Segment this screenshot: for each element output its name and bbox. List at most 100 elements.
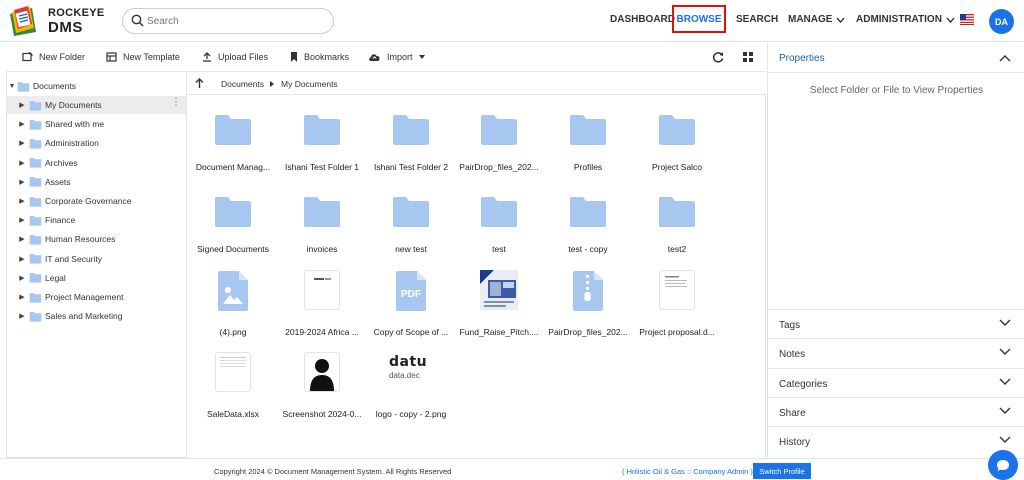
file-tile[interactable]: Fund_Raise_Pitch....	[455, 265, 543, 345]
file-tile[interactable]: PairDrop_files_202...	[544, 265, 632, 345]
file-tile[interactable]: datu data.dec logo - copy - 2.png	[367, 347, 455, 427]
folder-icon	[659, 197, 695, 227]
properties-header[interactable]: Properties	[768, 43, 1024, 73]
tree-item[interactable]: ▶ My Documents ⋮	[7, 96, 187, 114]
caret-down-icon[interactable]: ▼	[7, 83, 17, 90]
tree-item-label: IT and Security	[45, 253, 103, 264]
user-avatar[interactable]: DA	[989, 9, 1014, 34]
tree-item-label: Sales and Marketing	[45, 311, 123, 322]
tree-item[interactable]: ▶ Shared with me	[7, 115, 187, 133]
bookmarks-button[interactable]: Bookmarks	[290, 52, 349, 62]
file-name: Signed Documents	[197, 244, 269, 254]
accordion-share[interactable]: Share	[768, 397, 1024, 426]
up-arrow-icon[interactable]	[195, 78, 204, 88]
caret-right-icon[interactable]: ▶	[17, 216, 27, 224]
file-tile[interactable]: Ishani Test Folder 1	[278, 100, 366, 180]
folder-icon	[659, 115, 695, 145]
tree-item[interactable]: ▶ Corporate Governance	[7, 192, 187, 210]
new-folder-icon	[22, 52, 33, 62]
nav-administration[interactable]: ADMINISTRATION	[856, 14, 955, 25]
caret-right-icon[interactable]: ▶	[17, 235, 27, 243]
file-tile[interactable]: (4).png	[189, 265, 277, 345]
chat-button[interactable]	[988, 450, 1018, 480]
nav-browse[interactable]: BROWSE	[672, 5, 726, 33]
tree-item[interactable]: ▶ Sales and Marketing	[7, 307, 187, 325]
breadcrumb-current[interactable]: My Documents	[281, 79, 338, 89]
new-folder-button[interactable]: New Folder	[22, 52, 85, 62]
file-tile[interactable]: Signed Documents	[189, 182, 277, 262]
new-template-button[interactable]: New Template	[106, 52, 180, 62]
caret-right-icon[interactable]: ▶	[17, 255, 27, 263]
file-tile[interactable]: test	[455, 182, 543, 262]
search-input[interactable]	[147, 13, 327, 29]
accordion-categories[interactable]: Categories	[768, 368, 1024, 397]
accordion-history[interactable]: History	[768, 426, 1024, 455]
tree-root[interactable]: ▼ Documents	[7, 77, 187, 95]
caret-right-icon[interactable]: ▶	[17, 312, 27, 320]
tree-item-label: My Documents	[45, 100, 102, 110]
file-name: test2	[667, 244, 687, 254]
caret-right-icon[interactable]: ▶	[17, 178, 27, 186]
nav-manage[interactable]: MANAGE	[788, 14, 845, 25]
file-tile[interactable]: new test	[367, 182, 455, 262]
import-dropdown[interactable]: Import	[368, 52, 425, 62]
file-tile[interactable]: Project proposal.d...	[633, 265, 721, 345]
nav-administration-label: ADMINISTRATION	[856, 14, 942, 25]
us-flag-icon[interactable]	[960, 14, 974, 25]
more-options-icon[interactable]: ⋮	[171, 98, 181, 108]
folder-icon	[29, 196, 42, 207]
breadcrumb-root[interactable]: Documents	[221, 79, 264, 89]
file-tile[interactable]: test - copy	[544, 182, 632, 262]
tree-item[interactable]: ▶ Administration	[7, 134, 187, 152]
properties-panel: Properties Select Folder or File to View…	[767, 43, 1024, 458]
brand-logo[interactable]: ROCKEYE DMS	[6, 4, 116, 38]
action-toolbar: New Folder New Template Upload Files Boo…	[6, 43, 766, 72]
caret-right-icon[interactable]: ▶	[17, 293, 27, 301]
tree-item[interactable]: ▶ Project Management	[7, 288, 187, 306]
caret-right-icon[interactable]: ▶	[17, 139, 27, 147]
file-name: logo - copy - 2.png	[375, 409, 447, 419]
tree-item[interactable]: ▶ IT and Security	[7, 250, 187, 268]
tree-item-label: Shared with me	[45, 119, 105, 130]
file-name: Project proposal.d...	[639, 327, 715, 337]
file-tile[interactable]: SaleData.xlsx	[189, 347, 277, 427]
accordion-tags[interactable]: Tags	[768, 309, 1024, 338]
upload-files-button[interactable]: Upload Files	[202, 52, 268, 62]
file-name: test	[492, 244, 506, 254]
file-tile[interactable]: PairDrop_files_202...	[455, 100, 543, 180]
accordion-label: Notes	[779, 349, 806, 360]
refresh-icon[interactable]	[712, 51, 724, 63]
file-tile[interactable]: test2	[633, 182, 721, 262]
caret-right-icon[interactable]: ▶	[17, 197, 27, 205]
caret-right-icon[interactable]: ▶	[17, 274, 27, 282]
file-tile[interactable]: Project Salco	[633, 100, 721, 180]
caret-right-icon[interactable]: ▶	[17, 120, 27, 128]
company-role-link[interactable]: ( Holistic Oil & Gas :: Company Admin )	[622, 467, 753, 476]
tree-item[interactable]: ▶ Archives	[7, 154, 187, 172]
grid-view-icon[interactable]	[743, 52, 753, 62]
folder-icon	[304, 115, 340, 145]
tree-item[interactable]: ▶ Human Resources	[7, 230, 187, 248]
file-tile[interactable]: Ishani Test Folder 2	[367, 100, 455, 180]
file-tile[interactable]: 2019-2024 Africa ...	[278, 265, 366, 345]
footer: Copyright 2024 © Document Management Sys…	[0, 458, 1024, 480]
folder-thumb	[479, 112, 519, 148]
nav-search[interactable]: SEARCH	[736, 14, 778, 25]
global-search[interactable]	[122, 8, 334, 34]
file-tile[interactable]: PDF Copy of Scope of ...	[367, 265, 455, 345]
caret-right-icon[interactable]: ▶	[17, 159, 27, 167]
file-tile[interactable]: Document Manag...	[189, 100, 277, 180]
folder-tree: ▼ Documents ▶ My Documents ⋮ ▶ Shared with me ▶…	[6, 72, 187, 458]
file-tile[interactable]: invoices	[278, 182, 366, 262]
nav-dashboard[interactable]: DASHBOARD	[610, 14, 675, 25]
nav-search-label: SEARCH	[736, 14, 779, 25]
accordion-notes[interactable]: Notes	[768, 338, 1024, 367]
tree-item[interactable]: ▶ Assets	[7, 173, 187, 191]
file-name: PairDrop_files_202...	[548, 327, 628, 337]
file-tile[interactable]: Profiles	[544, 100, 632, 180]
tree-item[interactable]: ▶ Finance	[7, 211, 187, 229]
caret-right-icon[interactable]: ▶	[17, 101, 27, 109]
file-tile[interactable]: Screenshot 2024-0...	[278, 347, 366, 427]
switch-profile-button[interactable]: Switch Profile	[753, 463, 811, 479]
tree-item[interactable]: ▶ Legal	[7, 269, 187, 287]
